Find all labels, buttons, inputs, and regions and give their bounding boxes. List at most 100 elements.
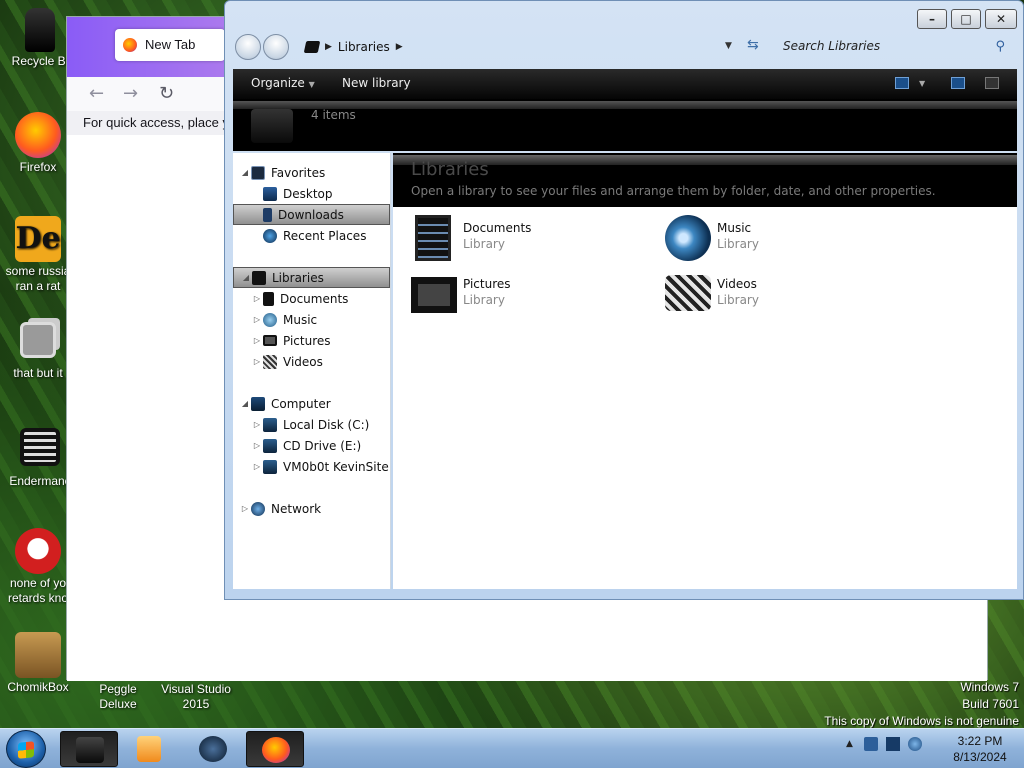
library-item-music[interactable]: Music Library (665, 215, 905, 263)
taskbar-firefox[interactable] (246, 731, 304, 767)
folder-icon (76, 737, 104, 763)
refresh-icon[interactable]: ⇆ (747, 37, 759, 53)
close-icon: ✕ (995, 12, 1007, 26)
back-button[interactable] (235, 34, 261, 60)
address-bar[interactable]: ▶ Libraries ▶ (303, 36, 765, 58)
minimize-icon: – (929, 12, 935, 26)
back-arrow-icon[interactable]: ← (89, 83, 104, 104)
expand-arrow-icon[interactable]: ▷ (251, 357, 263, 366)
nav-item-network[interactable]: ▷ Network (233, 498, 390, 519)
expand-arrow-icon[interactable]: ◢ (240, 273, 252, 282)
nav-item-computer[interactable]: ◢ Computer (233, 393, 390, 414)
start-button[interactable] (6, 730, 46, 768)
help-icon[interactable] (985, 77, 999, 89)
breadcrumb-arrow-icon[interactable]: ▶ (325, 42, 332, 52)
address-history-dropdown[interactable]: ▼ (725, 41, 732, 51)
cd-drive-icon (263, 438, 277, 453)
desktop-icon-red-dragon[interactable]: none of yo retards kno (0, 528, 76, 606)
desktop-icon (263, 186, 277, 201)
network-icon (251, 501, 265, 516)
details-pane: 4 items (233, 99, 1017, 151)
maximize-button[interactable]: □ (951, 9, 981, 29)
desktop-icon-de-app[interactable]: De some russia ran a rat (0, 216, 76, 294)
expand-arrow-icon[interactable]: ◢ (239, 399, 251, 408)
quick-access-text: For quick access, place you (83, 115, 244, 130)
expand-arrow-icon[interactable]: ▷ (251, 441, 263, 450)
expand-arrow-icon[interactable]: ▷ (251, 315, 263, 324)
documents-icon (263, 291, 274, 306)
nav-item-cd-drive[interactable]: ▷ CD Drive (E:) (233, 435, 390, 456)
nav-item-vm-site[interactable]: ▷ VM0b0t KevinSite (233, 456, 390, 477)
organize-button[interactable]: Organize ▼ (251, 76, 315, 90)
search-input[interactable]: Search Libraries ⚲ (777, 36, 1013, 58)
expand-arrow-icon[interactable]: ▷ (251, 462, 263, 471)
firefox-icon (123, 38, 137, 52)
breadcrumb-arrow-icon[interactable]: ▶ (396, 42, 403, 52)
desktop-icon-copy-stack[interactable]: that but it (0, 322, 76, 381)
desktop-icon-label: some russia ran a rat (5, 264, 71, 293)
firefox-tab-new-tab[interactable]: New Tab (115, 29, 225, 61)
nav-item-downloads[interactable]: Downloads (233, 204, 390, 225)
library-type: Library (463, 293, 505, 307)
explorer-window[interactable]: – □ ✕ ▶ Libraries ▶ ▼ ⇆ Search Libraries… (224, 0, 1024, 600)
view-options-dropdown[interactable]: ▼ (919, 79, 925, 88)
recent-places-icon (263, 228, 277, 243)
nav-item-pictures[interactable]: ▷ Pictures (233, 330, 390, 351)
music-icon (665, 215, 711, 261)
expand-arrow-icon[interactable]: ◢ (239, 168, 251, 177)
nav-item-desktop[interactable]: Desktop (233, 183, 390, 204)
expand-arrow-icon[interactable]: ▷ (251, 420, 263, 429)
desktop-icon-chomikbox[interactable]: ChomikBox (0, 632, 76, 695)
nav-item-recent-places[interactable]: Recent Places (233, 225, 390, 246)
nav-item-videos[interactable]: ▷ Videos (233, 351, 390, 372)
volume-icon[interactable] (908, 737, 922, 751)
taskbar-app[interactable] (184, 731, 242, 767)
nav-item-favorites[interactable]: ◢ Favorites (233, 162, 390, 183)
expand-arrow-icon[interactable]: ▷ (239, 504, 251, 513)
library-name: Pictures (463, 277, 511, 291)
taskbar-explorer[interactable] (60, 731, 118, 767)
nav-item-libraries[interactable]: ◢ Libraries (233, 267, 390, 288)
search-icon[interactable]: ⚲ (995, 39, 1005, 54)
nav-item-music[interactable]: ▷ Music (233, 309, 390, 330)
command-bar: Organize ▼ New library ▼ (233, 69, 1017, 99)
library-item-pictures[interactable]: Pictures Library (411, 271, 651, 319)
libraries-icon (251, 109, 293, 143)
change-view-icon[interactable] (895, 77, 909, 89)
taskbar-media-player[interactable] (120, 731, 178, 767)
desktop-icon-firefox[interactable]: Firefox (0, 112, 76, 175)
close-button[interactable]: ✕ (985, 9, 1017, 29)
library-type: Library (717, 237, 759, 251)
show-hidden-icons[interactable]: ▲ (846, 737, 856, 751)
library-item-documents[interactable]: Documents Library (411, 215, 651, 263)
display-icon[interactable] (886, 737, 900, 751)
new-library-button[interactable]: New library (342, 76, 411, 90)
library-item-videos[interactable]: Videos Library (665, 271, 905, 319)
expand-arrow-icon[interactable]: ▷ (251, 294, 263, 303)
breadcrumb-libraries[interactable]: Libraries (338, 40, 390, 54)
library-header: Libraries Open a library to see your fil… (393, 153, 1017, 207)
desktop-icon-peggle[interactable]: Peggle Deluxe (80, 682, 156, 712)
nav-item-local-disk[interactable]: ▷ Local Disk (C:) (233, 414, 390, 435)
desktop-icon-visual-studio[interactable]: Visual Studio 2015 (158, 682, 234, 712)
nav-label: Downloads (278, 207, 344, 222)
nav-label: Recent Places (283, 228, 367, 243)
minimize-button[interactable]: – (917, 9, 947, 29)
reload-icon[interactable]: ↻ (159, 83, 174, 104)
action-center-icon[interactable] (864, 737, 878, 751)
forward-arrow-icon[interactable]: → (123, 83, 138, 104)
computer-icon (251, 396, 265, 411)
expand-arrow-icon[interactable]: ▷ (251, 336, 263, 345)
windows-logo-icon (18, 741, 34, 759)
maximize-icon: □ (960, 12, 972, 26)
nav-item-documents[interactable]: ▷ Documents (233, 288, 390, 309)
navigation-pane: ◢ Favorites Desktop Downloads Recent Pla… (233, 153, 391, 589)
videos-icon (665, 275, 711, 311)
pictures-icon (411, 277, 457, 313)
forward-button[interactable] (263, 34, 289, 60)
desktop-icon-label: that but it (13, 366, 63, 380)
library-type: Library (717, 293, 759, 307)
preview-pane-icon[interactable] (951, 77, 965, 89)
system-clock[interactable]: 3:22 PM 8/13/2024 (940, 733, 1020, 765)
nav-label: Computer (271, 396, 331, 411)
